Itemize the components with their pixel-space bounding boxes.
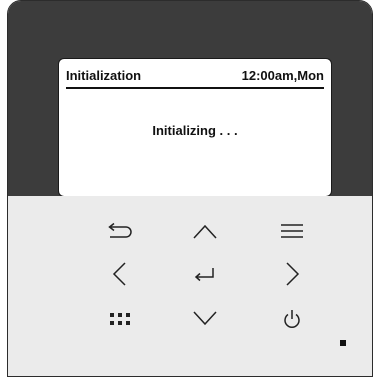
left-arrow-icon xyxy=(112,262,126,286)
lcd-screen: Initialization 12:00am,Mon Initializing … xyxy=(58,58,332,197)
up-arrow-icon xyxy=(193,224,217,239)
grid-icon xyxy=(110,313,130,325)
back-button[interactable] xyxy=(98,214,142,248)
control-panel-device: Initialization 12:00am,Mon Initializing … xyxy=(7,0,373,377)
menu-icon xyxy=(281,224,303,238)
back-icon xyxy=(108,222,132,238)
down-button[interactable] xyxy=(183,302,227,336)
left-button[interactable] xyxy=(98,257,142,291)
clock-display: 12:00am,Mon xyxy=(241,68,324,83)
enter-icon xyxy=(194,268,214,282)
screen-title: Initialization xyxy=(66,68,142,83)
status-bar: Initialization 12:00am,Mon xyxy=(66,67,324,89)
grid-button[interactable] xyxy=(98,302,142,336)
status-led xyxy=(340,340,346,346)
down-arrow-icon xyxy=(193,311,217,326)
power-button[interactable] xyxy=(270,302,314,336)
up-button[interactable] xyxy=(183,214,227,248)
enter-button[interactable] xyxy=(183,257,227,291)
right-button[interactable] xyxy=(270,257,314,291)
power-icon xyxy=(284,310,300,328)
right-arrow-icon xyxy=(286,262,300,286)
button-panel xyxy=(8,196,372,376)
menu-button[interactable] xyxy=(270,214,314,248)
status-message: Initializing . . . xyxy=(152,123,238,138)
